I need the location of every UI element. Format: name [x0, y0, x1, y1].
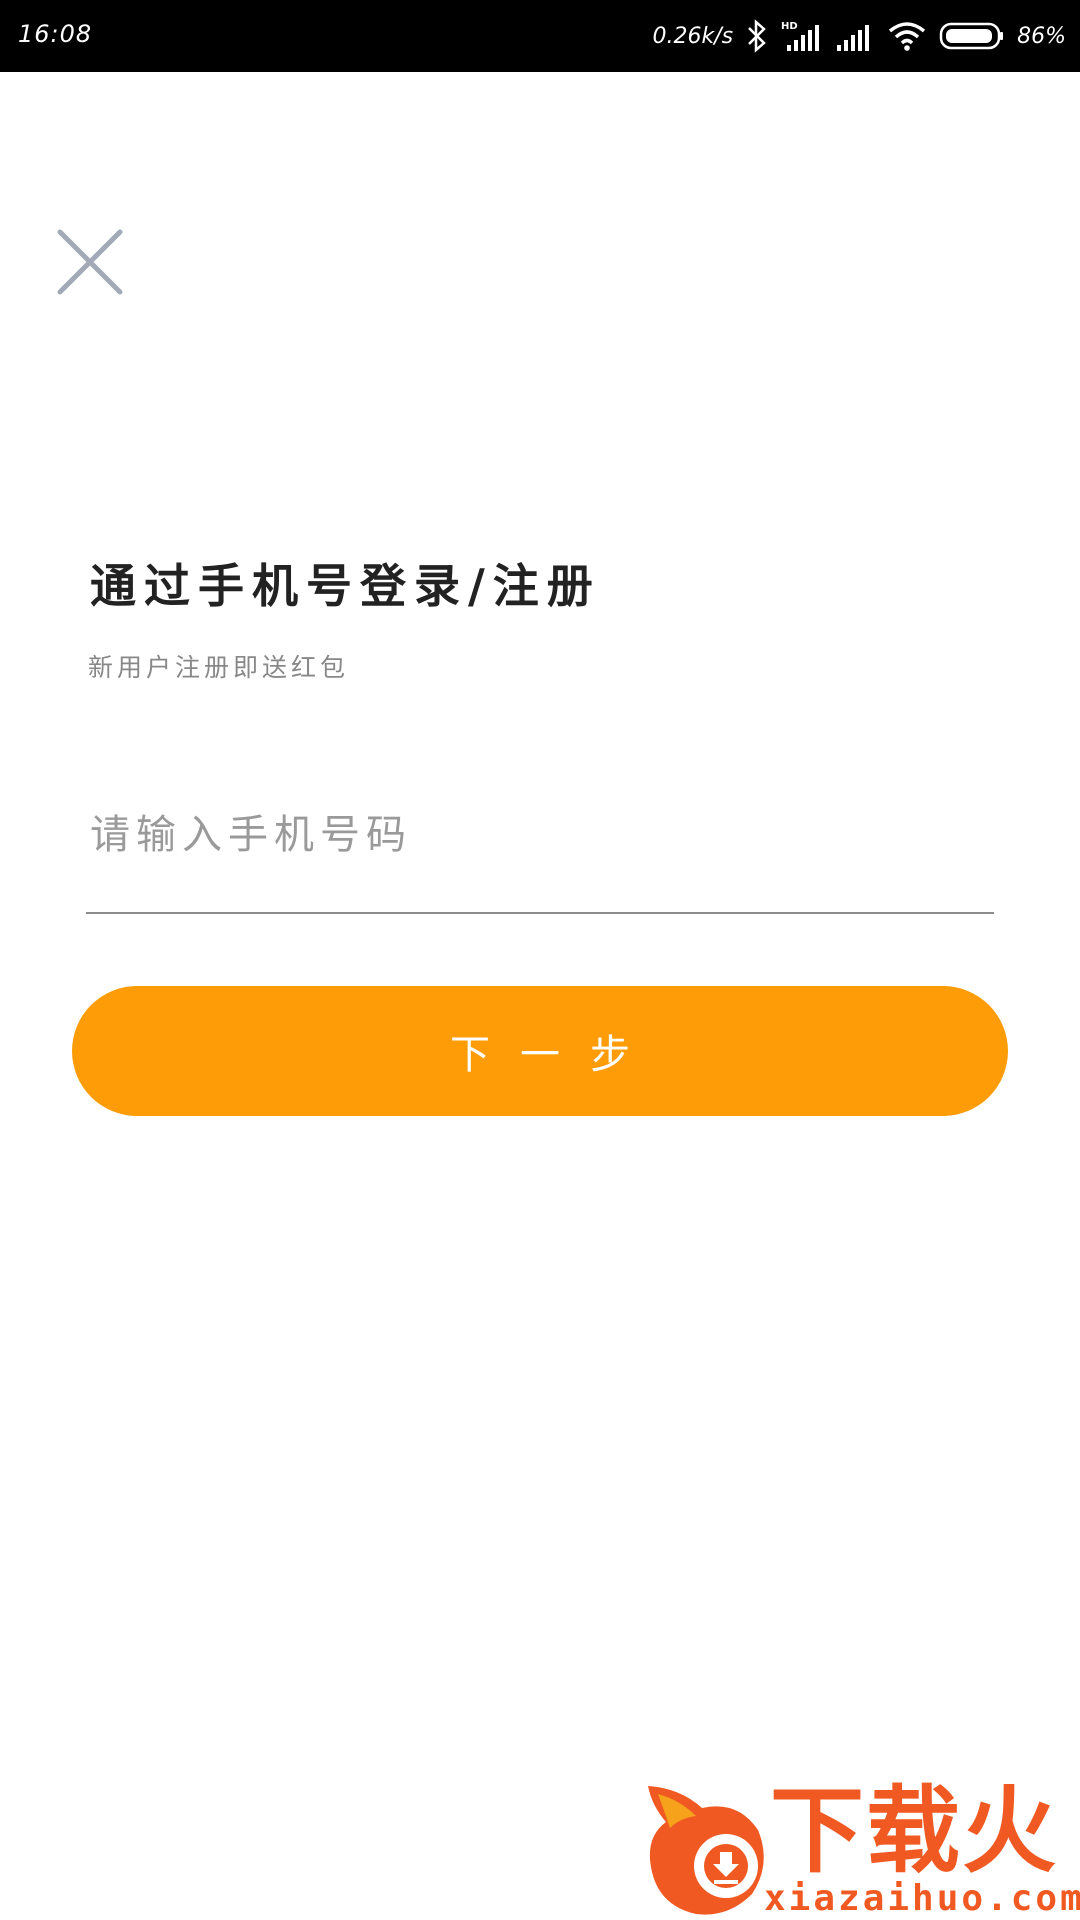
- bluetooth-icon: [745, 19, 769, 53]
- watermark-url: xiazaihuo.com: [764, 1878, 1080, 1919]
- page-subtitle: 新用户注册即送红包: [88, 653, 350, 682]
- wifi-icon: [887, 19, 927, 53]
- page-title: 通过手机号登录/注册: [90, 559, 601, 613]
- status-icons: 0.26k/s HD 86%: [652, 0, 1066, 72]
- status-time: 16:08: [18, 20, 93, 48]
- svg-text:HD: HD: [781, 21, 798, 32]
- close-icon: [57, 229, 123, 295]
- next-button[interactable]: 下一步: [72, 986, 1008, 1116]
- signal-icon: [835, 19, 875, 53]
- flame-logo-icon: [648, 1786, 764, 1915]
- status-bar: 16:08 0.26k/s HD 86%: [0, 0, 1080, 72]
- login-screen: 16:08 0.26k/s HD 86% 通过手机号登录/注册 新用户注册即送红…: [0, 0, 1080, 1920]
- watermark: 下载火 xiazaihuo.com: [640, 1778, 1080, 1920]
- phone-input[interactable]: [86, 790, 1002, 880]
- watermark-title: 下载火: [770, 1777, 1059, 1886]
- battery-percent: 86%: [1017, 23, 1066, 49]
- battery-icon: [939, 19, 1005, 53]
- network-speed: 0.26k/s: [652, 23, 734, 49]
- hd-signal-icon: HD: [781, 19, 823, 53]
- input-underline: [86, 912, 994, 914]
- close-button[interactable]: [56, 228, 124, 296]
- phone-field: [86, 790, 1002, 914]
